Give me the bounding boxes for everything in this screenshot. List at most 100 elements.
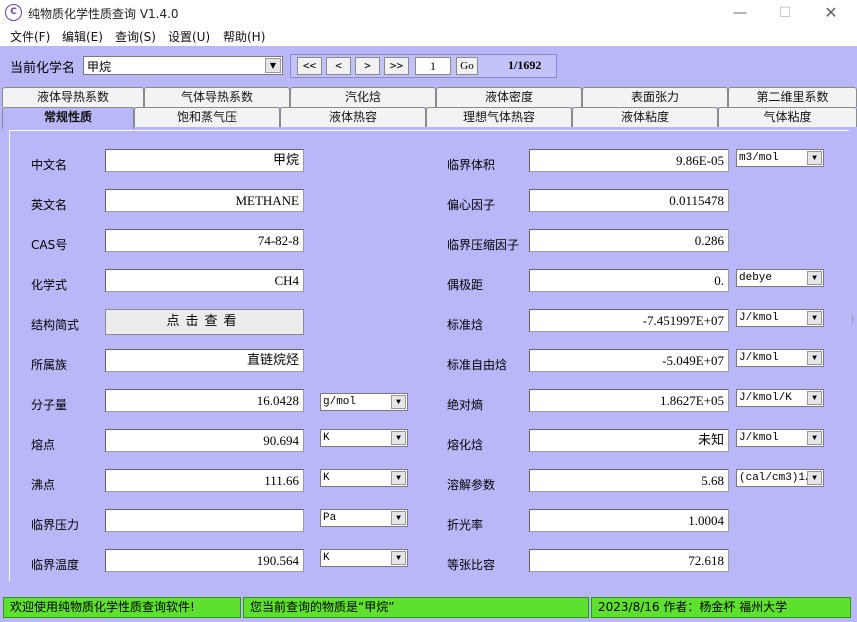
tab-liquid-density[interactable]: 液体密度 [436, 87, 582, 107]
field-boiling-point[interactable]: 111.66 [105, 469, 304, 492]
field-fusion-enthalpy[interactable]: 未知 [529, 429, 729, 452]
tab-liquid-heat-capacity[interactable]: 液体热容 [280, 107, 426, 127]
minimize-icon[interactable]: — [717, 0, 763, 26]
label-family: 所属族 [31, 358, 68, 372]
field-critical-volume[interactable]: 9.86E-05 [529, 149, 729, 172]
tab-gas-viscosity[interactable]: 气体粘度 [718, 107, 857, 127]
unit-select-dipole-moment[interactable]: debye ▼ [736, 269, 824, 287]
unit-select-standard-gibbs[interactable]: J/kmol ▼ [736, 349, 824, 367]
chevron-down-icon[interactable]: ▼ [807, 431, 822, 445]
unit-select-standard-enthalpy[interactable]: J/kmol ▼ [736, 309, 824, 327]
menu-query[interactable]: 查询(S) [115, 28, 156, 45]
page-input[interactable]: 1 [415, 57, 451, 75]
label-acentric-factor: 偏心因子 [447, 198, 496, 212]
unit-select-molecular-weight[interactable]: g/mol ▼ [320, 393, 408, 411]
label-dipole-moment: 偶极距 [447, 278, 484, 292]
status-bar: 欢迎使用纯物质化学性质查询软件! 您当前查询的物质是“甲烷” 2023/8/16… [0, 596, 857, 620]
field-critical-compressibility[interactable]: 0.286 [529, 229, 729, 252]
field-absolute-entropy[interactable]: 1.8627E+05 [529, 389, 729, 412]
chevron-down-icon[interactable]: ▼ [391, 471, 406, 485]
tab-general-properties[interactable]: 常规性质 [2, 107, 134, 129]
view-structure-button[interactable]: 点击查看 [105, 309, 304, 335]
chevron-down-icon[interactable]: ▼ [391, 395, 406, 409]
go-button[interactable]: Go [456, 57, 478, 75]
tab-second-virial-coefficient[interactable]: 第二维里系数 [728, 87, 857, 107]
next-page-button[interactable]: > [355, 57, 380, 75]
label-critical-temperature: 临界温度 [31, 558, 80, 572]
field-cas[interactable]: 74-82-8 [105, 229, 304, 252]
tab-liquid-thermal-conductivity[interactable]: 液体导热系数 [2, 87, 144, 107]
unit-select-critical-pressure[interactable]: Pa ▼ [320, 509, 408, 527]
status-welcome: 欢迎使用纯物质化学性质查询软件! [3, 597, 241, 618]
tab-liquid-viscosity[interactable]: 液体粘度 [572, 107, 718, 127]
field-solubility-parameter[interactable]: 5.68 [529, 469, 729, 492]
label-critical-volume: 临界体积 [447, 158, 496, 172]
tab-surface-tension[interactable]: 表面张力 [582, 87, 728, 107]
tab-ideal-gas-heat-capacity[interactable]: 理想气体热容 [426, 107, 572, 127]
page-count: 1/1692 [508, 58, 542, 72]
prev-page-button[interactable]: < [326, 57, 351, 75]
unit-select-absolute-entropy[interactable]: J/kmol/K ▼ [736, 389, 824, 407]
menu-bar: 文件(F) 编辑(E) 查询(S) 设置(U) 帮助(H) [0, 26, 857, 46]
field-english-name[interactable]: METHANE [105, 189, 304, 212]
field-refractive-index[interactable]: 1.0004 [529, 509, 729, 532]
unit-value: m3/mol [739, 152, 779, 164]
first-page-button[interactable]: << [297, 57, 322, 75]
label-boiling-point: 沸点 [31, 478, 56, 492]
last-page-button[interactable]: >> [384, 57, 409, 75]
maximize-icon[interactable]: ☐ [762, 0, 808, 26]
label-critical-pressure: 临界压力 [31, 518, 80, 532]
chevron-down-icon[interactable]: ▼ [391, 511, 406, 525]
splitter-grip-icon[interactable]: ⁞ [851, 314, 854, 325]
menu-file[interactable]: 文件(F) [10, 28, 50, 45]
label-critical-compressibility: 临界压缩因子 [447, 238, 520, 252]
menu-edit[interactable]: 编辑(E) [62, 28, 103, 45]
field-molecular-weight[interactable]: 16.0428 [105, 389, 304, 412]
field-standard-gibbs[interactable]: -5.049E+07 [529, 349, 729, 372]
label-parachor: 等张比容 [447, 558, 496, 572]
unit-select-critical-temperature[interactable]: K ▼ [320, 549, 408, 567]
label-fusion-enthalpy: 熔化焓 [447, 438, 484, 452]
field-chinese-name[interactable]: 甲烷 [105, 149, 304, 172]
unit-value: g/mol [323, 396, 357, 408]
unit-select-fusion-enthalpy[interactable]: J/kmol ▼ [736, 429, 824, 447]
chevron-down-icon[interactable]: ▼ [807, 471, 822, 485]
unit-value: J/kmol [739, 312, 779, 324]
field-acentric-factor[interactable]: 0.0115478 [529, 189, 729, 212]
chevron-down-icon[interactable]: ▼ [807, 351, 822, 365]
unit-select-critical-volume[interactable]: m3/mol ▼ [736, 149, 824, 167]
unit-value: K [323, 432, 330, 444]
chevron-down-icon[interactable]: ▼ [807, 271, 822, 285]
field-critical-pressure[interactable] [105, 509, 304, 532]
chevron-down-icon[interactable]: ▼ [265, 58, 281, 73]
unit-select-solubility-parameter[interactable]: (cal/cm3)1/▼ [736, 469, 824, 487]
chevron-down-icon[interactable]: ▼ [807, 391, 822, 405]
status-info: 2023/8/16 作者：杨金杯 福州大学 [591, 597, 851, 618]
unit-select-melting-point[interactable]: K ▼ [320, 429, 408, 447]
field-critical-temperature[interactable]: 190.564 [105, 549, 304, 572]
close-icon[interactable]: ✕ [808, 0, 854, 26]
field-formula[interactable]: CH4 [105, 269, 304, 292]
chevron-down-icon[interactable]: ▼ [391, 551, 406, 565]
chevron-down-icon[interactable]: ▼ [807, 311, 822, 325]
tab-saturated-vapor-pressure[interactable]: 饱和蒸气压 [134, 107, 280, 127]
label-molecular-weight: 分子量 [31, 398, 68, 412]
compound-select[interactable]: 甲烷 ▼ [83, 56, 283, 75]
label-standard-enthalpy: 标准焓 [447, 318, 484, 332]
unit-value: Pa [323, 512, 337, 524]
menu-help[interactable]: 帮助(H) [223, 28, 265, 45]
tab-vaporization-enthalpy[interactable]: 汽化焓 [290, 87, 436, 107]
tab-gas-thermal-conductivity[interactable]: 气体导热系数 [144, 87, 290, 107]
unit-value: (cal/cm3)1/ [739, 472, 812, 484]
menu-settings[interactable]: 设置(U) [168, 28, 210, 45]
chevron-down-icon[interactable]: ▼ [807, 151, 822, 165]
unit-value: J/kmol/K [739, 392, 792, 404]
field-parachor[interactable]: 72.618 [529, 549, 729, 572]
unit-select-boiling-point[interactable]: K ▼ [320, 469, 408, 487]
field-standard-enthalpy[interactable]: -7.451997E+07 [529, 309, 729, 332]
field-dipole-moment[interactable]: 0. [529, 269, 729, 292]
field-melting-point[interactable]: 90.694 [105, 429, 304, 452]
chevron-down-icon[interactable]: ▼ [391, 431, 406, 445]
label-cas: CAS号 [31, 238, 68, 252]
field-family[interactable]: 直链烷烃 [105, 349, 304, 372]
